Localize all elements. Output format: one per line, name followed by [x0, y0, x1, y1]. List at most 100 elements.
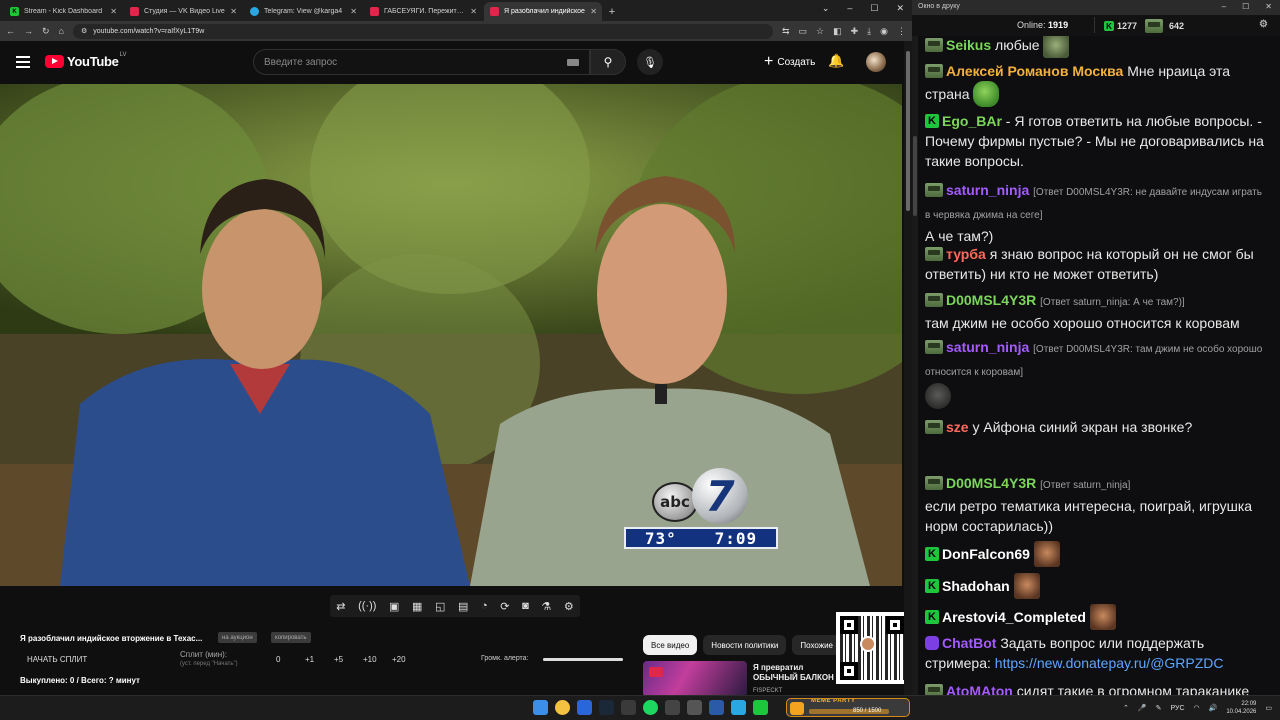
kick-app-icon[interactable]	[753, 700, 768, 715]
wifi-icon[interactable]: ◠	[1194, 704, 1200, 712]
chat-username[interactable]: Shadohan	[942, 578, 1010, 594]
keyboard-icon[interactable]	[567, 59, 579, 66]
scrollbar-thumb[interactable]	[906, 51, 910, 211]
speed-icon[interactable]: ◔	[481, 600, 488, 612]
chevron-up-icon[interactable]: ⌃	[1123, 704, 1129, 712]
close-tab-icon[interactable]: ✕	[470, 7, 477, 16]
chat-username[interactable]: Seikus	[946, 37, 991, 53]
browser-tab[interactable]: ГАБСЕУЯГИ. Пережить индус ✕	[364, 2, 482, 21]
avatar[interactable]	[866, 52, 886, 72]
loop-icon[interactable]: ⇄	[336, 600, 345, 613]
chat-link[interactable]: https://new.donatepay.ru/@GRPZDC	[995, 655, 1224, 671]
pen-icon[interactable]: ✎	[1156, 704, 1162, 712]
browser-tab[interactable]: Студия — VK Видео Live ✕	[124, 2, 242, 21]
telegram-app-icon[interactable]	[731, 700, 746, 715]
forward-icon[interactable]: →	[24, 26, 33, 36]
page-scrollbar[interactable]	[904, 41, 912, 695]
chat-settings-icon[interactable]: ⚙	[1259, 19, 1268, 30]
windows-start-icon[interactable]	[533, 700, 548, 715]
chat-scrollbar[interactable]	[912, 36, 918, 695]
video-player[interactable]: abc 7 73° 7:09	[0, 84, 902, 586]
browser-tab-active[interactable]: Я разоблачил индийское ✕	[484, 2, 602, 21]
chip-related[interactable]: Похожие	[792, 635, 841, 655]
microphone-icon[interactable]: 🎤	[1138, 704, 1147, 712]
chip-all-videos[interactable]: Все видео	[643, 635, 698, 655]
reload-icon[interactable]: ↻	[42, 26, 50, 37]
chat-feed[interactable]: Seikus любые Алексей Романов Москва Мне …	[912, 36, 1280, 695]
telegram-icon[interactable]	[621, 700, 636, 715]
flask-icon[interactable]: ⚗	[541, 600, 551, 613]
notifications-icon[interactable]: ▭	[1265, 704, 1272, 712]
chat-username[interactable]: Ego_BAr	[942, 113, 1002, 129]
chrome-icon[interactable]	[555, 700, 570, 715]
puzzle-icon[interactable]: ✚	[851, 26, 859, 37]
download-icon[interactable]: ⤓	[867, 26, 871, 37]
volume-icon[interactable]: 🔊	[1209, 704, 1218, 712]
close-window-icon[interactable]: ✕	[1265, 2, 1272, 11]
language-indicator[interactable]: РУС	[1170, 705, 1184, 712]
browser-tab[interactable]: K Stream - Kick Dashboard ✕	[4, 2, 122, 21]
chat-username[interactable]: sze	[946, 419, 969, 435]
recommended-video-channel[interactable]: FISPECKT	[753, 688, 782, 694]
chat-username[interactable]: D00MSL4Y3R	[946, 475, 1036, 491]
obs-icon[interactable]	[665, 700, 680, 715]
bookmark-star-icon[interactable]: ☆	[816, 26, 824, 37]
notifications-bell-icon[interactable]: 🔔	[828, 53, 844, 69]
chat-username[interactable]: DonFalcon69	[942, 546, 1030, 562]
translate-icon[interactable]: ⇆	[782, 26, 790, 37]
home-icon[interactable]: ⌂	[59, 26, 64, 36]
picture-in-picture-icon[interactable]: ◱	[435, 600, 445, 613]
split-add-button[interactable]: +20	[392, 655, 421, 664]
frame-icon[interactable]: ▤	[458, 600, 468, 613]
minimize-icon[interactable]: –	[1222, 2, 1226, 11]
maximize-icon[interactable]: ☐	[870, 3, 878, 14]
minimize-icon[interactable]: –	[847, 3, 852, 14]
chat-username[interactable]: AtoMAton	[946, 683, 1013, 695]
settings-gear-icon[interactable]: ⚙	[564, 600, 574, 613]
split-add-button[interactable]: +1	[305, 655, 334, 664]
recommended-video-title[interactable]: Я превратил ОБЫЧНЫЙ БАЛКОН В ГЕЙМЕРСКИЙ	[753, 663, 843, 683]
new-tab-button[interactable]: +	[604, 2, 620, 21]
close-tab-icon[interactable]: ✕	[230, 7, 237, 16]
browser-tab[interactable]: Telegram: View @karga4 ✕	[244, 2, 362, 21]
browser-menu-icon[interactable]: ⋮	[897, 26, 906, 37]
split-value[interactable]: 0	[276, 655, 305, 664]
chat-username[interactable]: saturn_ninja	[946, 182, 1029, 198]
close-window-icon[interactable]: ✕	[896, 3, 904, 14]
video-settings-icon[interactable]: ▣	[389, 600, 399, 613]
voice-search-button[interactable]: 🎙	[637, 49, 663, 75]
chat-username[interactable]: турба	[946, 246, 986, 262]
hamburger-menu-icon[interactable]	[16, 56, 30, 68]
chat-username[interactable]: ChatBot	[942, 635, 996, 651]
cast-icon[interactable]: ▭	[799, 26, 808, 37]
tab-search-icon[interactable]: ⌄	[822, 3, 830, 14]
close-tab-icon[interactable]: ✕	[590, 7, 597, 16]
extension-icon[interactable]: ◧	[833, 26, 842, 37]
back-icon[interactable]: ←	[6, 26, 15, 36]
rotate-icon[interactable]: ⟳	[500, 600, 509, 613]
split-add-button[interactable]: +5	[334, 655, 363, 664]
auction-chip[interactable]: на аукцион	[218, 632, 257, 643]
browser-icon[interactable]	[577, 700, 592, 715]
youtube-logo[interactable]: YouTube LV	[45, 52, 126, 69]
app-icon[interactable]	[687, 700, 702, 715]
recommended-video-thumbnail[interactable]	[643, 661, 747, 697]
clock[interactable]: 22:09 10.04.2026	[1226, 700, 1256, 716]
create-button[interactable]: + Создать	[754, 49, 825, 75]
chat-username[interactable]: Arestovi4_Completed	[942, 609, 1086, 625]
steam-icon[interactable]	[599, 700, 614, 715]
split-add-button[interactable]: +10	[363, 655, 392, 664]
chat-username[interactable]: Алексей Романов Москва	[946, 63, 1123, 79]
spotify-icon[interactable]	[643, 700, 658, 715]
film-icon[interactable]: ▦	[412, 600, 422, 613]
site-info-icon[interactable]: ⚙	[81, 27, 87, 35]
screenshot-icon[interactable]: ◙	[522, 600, 529, 612]
discord-icon[interactable]	[709, 700, 724, 715]
chat-username[interactable]: saturn_ninja	[946, 339, 1029, 355]
address-bar[interactable]: ⚙ youtube.com/watch?v=raIfXyL1T9w	[72, 23, 773, 39]
search-button[interactable]: ⚲	[590, 49, 626, 75]
start-split-button[interactable]: НАЧАТЬ СПЛИТ	[27, 655, 87, 664]
audio-icon[interactable]: ((·))	[358, 600, 376, 612]
close-tab-icon[interactable]: ✕	[110, 7, 117, 16]
maximize-icon[interactable]: ☐	[1242, 2, 1249, 11]
